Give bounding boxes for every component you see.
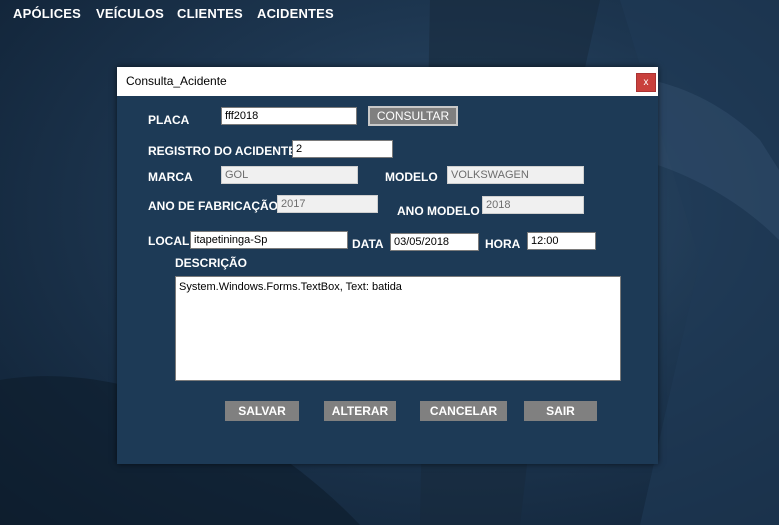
placa-label: PLACA — [148, 113, 190, 127]
descricao-label: DESCRIÇÃO — [175, 256, 248, 270]
top-menu-bar: APÓLICES VEÍCULOS CLIENTES ACIDENTES — [0, 0, 779, 28]
menu-apolices[interactable]: APÓLICES — [13, 6, 81, 21]
placa-input[interactable]: fff2018 — [221, 107, 357, 125]
menu-clientes[interactable]: CLIENTES — [177, 6, 243, 21]
hora-label: HORA — [485, 237, 521, 251]
data-label: DATA — [352, 237, 384, 251]
data-input[interactable]: 03/05/2018 — [390, 233, 479, 251]
menu-veiculos[interactable]: VEÍCULOS — [96, 6, 164, 21]
salvar-button[interactable]: SALVAR — [225, 401, 299, 421]
marca-label: MARCA — [148, 170, 193, 184]
dialog-title: Consulta_Acidente — [126, 74, 227, 88]
hora-input[interactable]: 12:00 — [527, 232, 596, 250]
close-icon: x — [643, 77, 649, 88]
local-label: LOCAL — [148, 234, 190, 248]
modelo-field: VOLKSWAGEN — [447, 166, 584, 184]
consultar-button[interactable]: CONSULTAR — [368, 106, 458, 126]
alterar-button[interactable]: ALTERAR — [324, 401, 396, 421]
ano-fabricacao-label: ANO DE FABRICAÇÃO — [148, 199, 279, 213]
menu-acidentes[interactable]: ACIDENTES — [257, 6, 334, 21]
ano-modelo-field: 2018 — [482, 196, 584, 214]
dialog-titlebar[interactable]: Consulta_Acidente x — [117, 67, 658, 96]
modelo-label: MODELO — [385, 170, 438, 184]
sair-button[interactable]: SAIR — [524, 401, 597, 421]
local-input[interactable]: itapetininga-Sp — [190, 231, 348, 249]
ano-fabricacao-field: 2017 — [277, 195, 378, 213]
marca-field: GOL — [221, 166, 358, 184]
cancelar-button[interactable]: CANCELAR — [420, 401, 507, 421]
descricao-textarea[interactable]: System.Windows.Forms.TextBox, Text: bati… — [175, 276, 621, 381]
close-button[interactable]: x — [636, 73, 656, 92]
consulta-acidente-dialog: Consulta_Acidente x PLACA fff2018 CONSUL… — [117, 67, 658, 464]
registro-input[interactable]: 2 — [292, 140, 393, 158]
ano-modelo-label: ANO MODELO — [397, 204, 480, 218]
registro-label: REGISTRO DO ACIDENTE — [148, 144, 297, 158]
